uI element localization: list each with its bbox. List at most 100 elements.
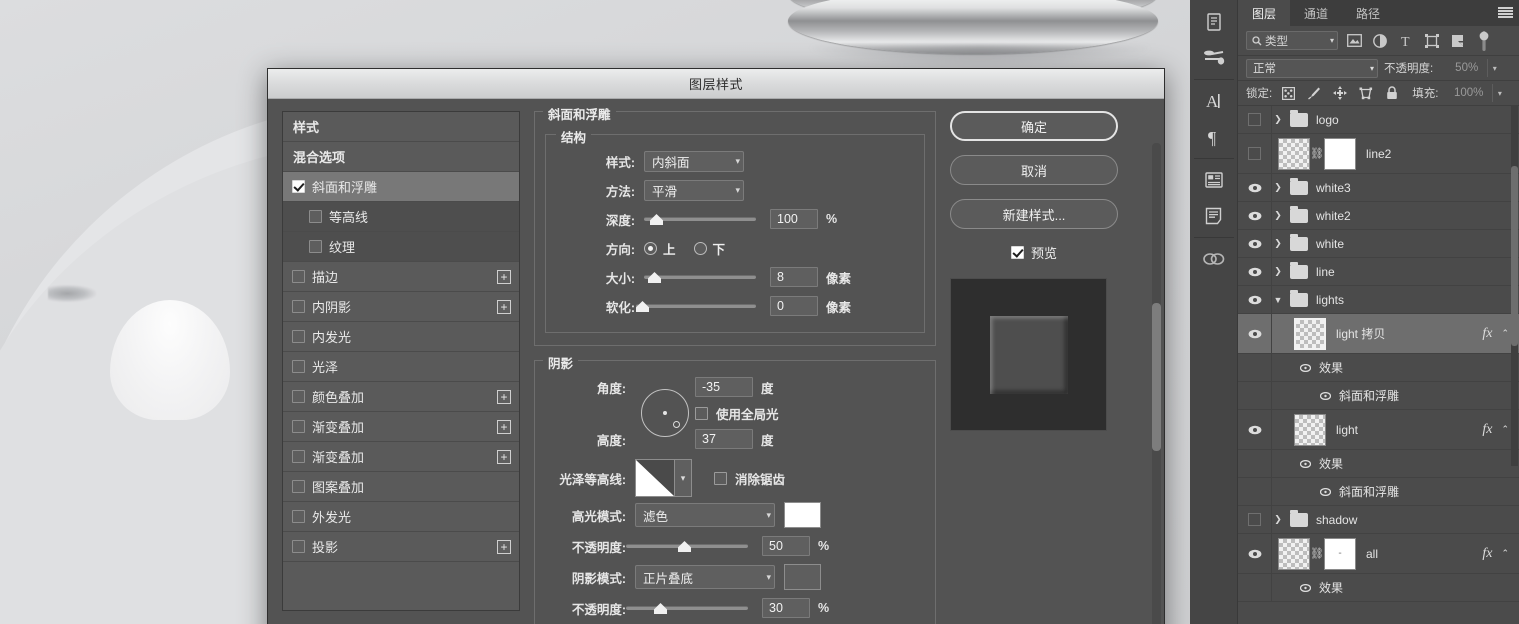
eye-icon[interactable] [1248,425,1262,435]
layer-row[interactable]: ❯ shadow [1238,506,1519,534]
fx-icon[interactable]: fx [1482,546,1492,562]
fx-icon[interactable]: fx [1482,326,1492,342]
layer-effect-row[interactable]: 斜面和浮雕 [1238,478,1519,506]
properties-icon[interactable] [1194,198,1234,234]
chevron-right-icon[interactable]: ❯ [1272,114,1284,125]
direction-up-radio[interactable] [644,241,657,255]
style-item-checkbox[interactable] [292,390,305,403]
antialias-checkbox[interactable] [714,471,727,485]
libraries-icon[interactable] [1194,162,1234,198]
layer-list-scrollbar-thumb[interactable] [1511,166,1518,346]
layer-visibility-toggle[interactable] [1238,134,1272,173]
layer-fx-indicator[interactable]: fx ⌃ [1482,546,1519,562]
brushes-icon[interactable] [1194,40,1234,76]
chevron-right-icon[interactable]: ❯ [1272,238,1284,249]
global-light-checkbox[interactable] [695,406,708,420]
style-list-item[interactable]: 外发光 [283,502,519,532]
gloss-contour-picker[interactable]: ▾ [635,459,692,497]
style-list-item[interactable]: 颜色叠加 + [283,382,519,412]
chevron-down-icon[interactable]: ▾ [1492,84,1506,102]
creative-cloud-icon[interactable] [1194,241,1234,277]
new-style-button[interactable]: 新建样式... [950,199,1118,229]
layer-list-scrollbar[interactable] [1511,106,1518,466]
fill-input[interactable]: 100% [1444,84,1486,102]
chevron-right-icon[interactable]: ❯ [1272,210,1284,221]
paragraph-icon[interactable]: ¶ [1194,119,1234,155]
effect-visibility-toggle[interactable] [1238,354,1272,381]
style-item-checkbox[interactable] [292,330,305,343]
eye-icon[interactable] [1248,267,1262,277]
panel-icon-rail[interactable]: A ¶ [1190,0,1238,624]
style-item-checkbox[interactable] [292,360,305,373]
lock-all-icon[interactable] [1382,84,1402,102]
tab-layers[interactable]: 图层 [1238,0,1291,26]
chevron-right-icon[interactable]: ❯ [1272,514,1284,525]
eye-icon[interactable] [1248,211,1262,221]
panel-menu-icon[interactable] [1498,7,1513,18]
style-list-item[interactable]: 等高线 [283,202,519,232]
size-slider[interactable] [644,268,756,286]
shadow-opacity-input[interactable]: 30 [762,598,810,618]
layer-effect-row[interactable]: 斜面和浮雕 [1238,382,1519,410]
layer-style-dialog[interactable]: 图层样式 样式 混合选项 斜面和浮雕 等高线 纹理 描边 + 内阴影 + 内发光 光泽 颜色叠加 + 渐变… [267,68,1165,624]
layer-mask-thumbnail[interactable] [1324,137,1356,170]
notes-icon[interactable] [1194,4,1234,40]
style-list[interactable]: 样式 混合选项 斜面和浮雕 等高线 纹理 描边 + 内阴影 + 内发光 光泽 颜色叠加 + 渐变叠加 + 渐变… [282,111,520,611]
layer-visibility-toggle[interactable] [1238,286,1272,313]
layer-row[interactable]: ▼ lights [1238,286,1519,314]
layer-row[interactable]: ❯ line [1238,258,1519,286]
style-item-checkbox[interactable] [309,240,322,253]
panel-tab-bar[interactable]: 图层 通道 路径 [1238,0,1519,26]
style-list-item[interactable]: 投影 + [283,532,519,562]
eye-off-icon[interactable] [1248,113,1261,126]
layer-effects-header-row[interactable]: 效果 [1238,574,1519,602]
cancel-button[interactable]: 取消 [950,155,1118,185]
size-input[interactable]: 8 [770,267,818,287]
eye-off-icon[interactable] [1248,147,1261,160]
style-item-checkbox[interactable] [292,300,305,313]
style-list-item[interactable]: 纹理 [283,232,519,262]
dialog-scrollbar[interactable] [1152,143,1161,624]
style-item-checkbox[interactable] [309,210,322,223]
add-effect-button[interactable]: + [497,390,511,404]
highlight-opacity-thumb[interactable] [678,541,691,552]
layer-visibility-toggle[interactable] [1238,258,1272,285]
add-effect-button[interactable]: + [497,540,511,554]
chevron-down-icon[interactable]: ▼ [1272,295,1284,305]
layer-visibility-toggle[interactable] [1238,106,1272,133]
chevron-up-icon[interactable]: ⌃ [1501,548,1509,559]
smartobject-filter-icon[interactable] [1448,32,1468,50]
style-list-item[interactable]: 光泽 [283,352,519,382]
style-list-item[interactable]: 混合选项 [283,142,519,172]
style-list-item[interactable]: 样式 [283,112,519,142]
style-list-item[interactable]: 渐变叠加 + [283,442,519,472]
layer-row[interactable]: light fx ⌃ [1238,410,1519,450]
shape-filter-icon[interactable] [1422,32,1442,50]
layer-effects-header-row[interactable]: 效果 [1238,354,1519,382]
highlight-mode-select[interactable]: 滤色 ▾ [635,503,775,527]
layer-visibility-toggle[interactable] [1238,202,1272,229]
soften-input[interactable]: 0 [770,296,818,316]
layer-visibility-toggle[interactable] [1238,174,1272,201]
shadow-opacity-thumb[interactable] [654,603,667,614]
eye-icon[interactable] [1248,549,1262,559]
style-list-item[interactable]: 渐变叠加 + [283,412,519,442]
eye-icon[interactable] [1248,295,1262,305]
lock-artboard-icon[interactable] [1356,84,1376,102]
technique-select[interactable]: 平滑 ▾ [644,179,744,201]
style-item-checkbox[interactable] [292,540,305,553]
shadow-opacity-slider[interactable] [626,599,748,617]
altitude-input[interactable]: 37 [695,429,753,449]
layer-row[interactable]: ❯ logo [1238,106,1519,134]
gloss-contour-preview[interactable] [635,459,675,497]
effect-visibility-toggle[interactable] [1238,478,1272,505]
size-slider-thumb[interactable] [648,272,661,283]
image-filter-icon[interactable] [1344,32,1364,50]
layer-thumbnail[interactable] [1278,537,1310,570]
style-item-checkbox[interactable] [292,180,305,193]
layer-visibility-toggle[interactable] [1238,230,1272,257]
blend-mode-select[interactable]: 正常 ▾ [1246,58,1378,78]
eye-icon[interactable] [1320,391,1331,400]
direction-down-radio[interactable] [693,241,707,255]
chevron-right-icon[interactable]: ❯ [1272,182,1284,193]
